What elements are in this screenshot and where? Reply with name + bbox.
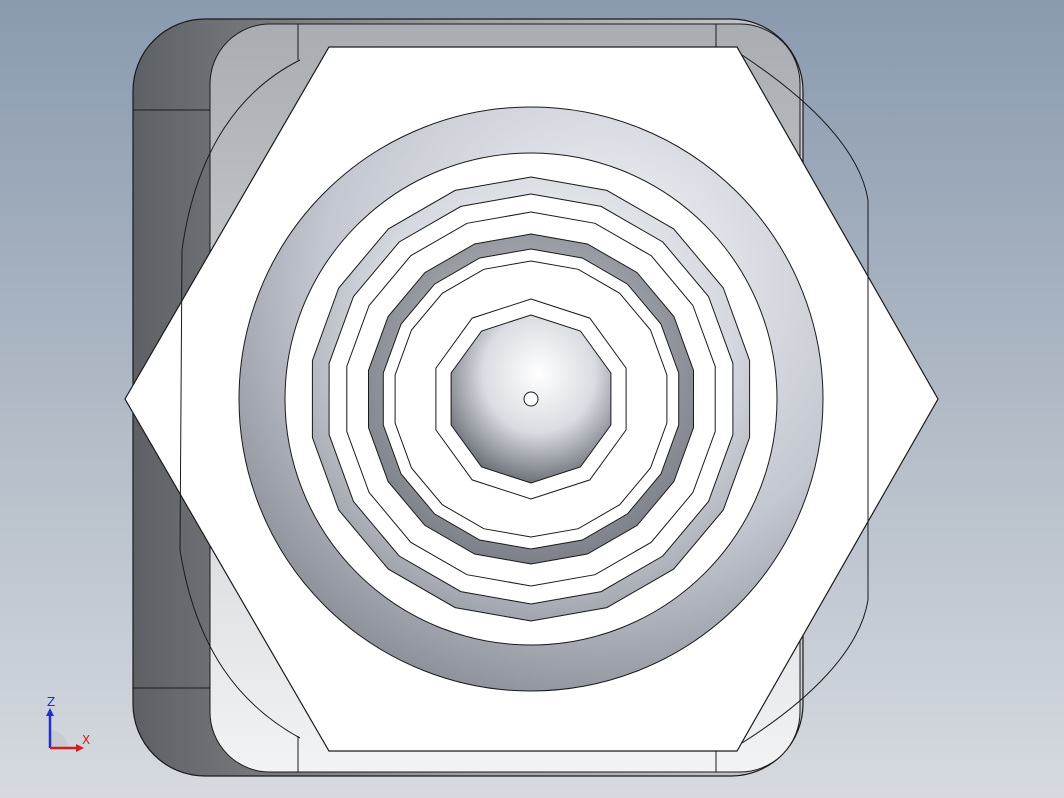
- z-axis-label: Z: [47, 695, 55, 709]
- center-point: [523, 391, 539, 407]
- graphics-viewport[interactable]: Z X: [0, 0, 1064, 798]
- orientation-triad: Z X: [46, 695, 90, 752]
- model-view[interactable]: [0, 0, 1064, 798]
- center-dome: [435, 298, 627, 500]
- x-axis-label: X: [82, 733, 90, 747]
